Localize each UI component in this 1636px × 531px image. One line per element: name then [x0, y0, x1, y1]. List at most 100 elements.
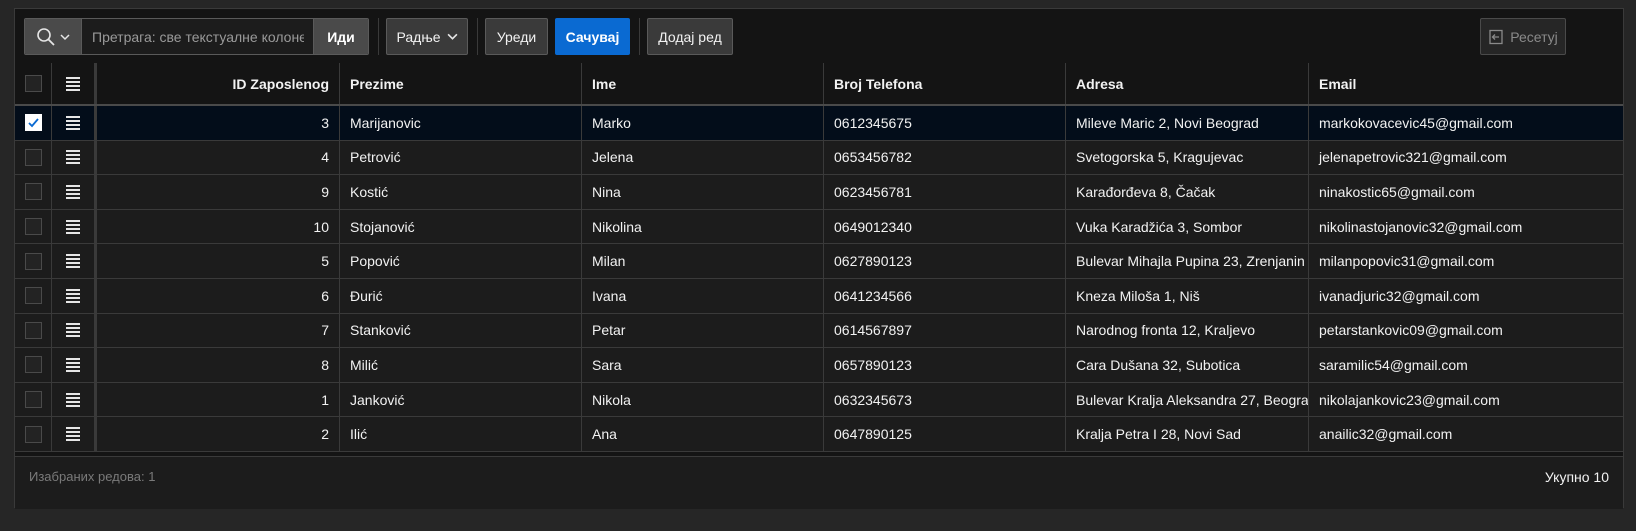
- table-row[interactable]: 3 Marijanovic Marko 0612345675 Mileve Maric …: [15, 106, 1623, 141]
- table-row[interactable]: 6 Đurić Ivana 0641234566 Kneza Miloša 1, Niš…: [15, 278, 1623, 314]
- cell-telefon[interactable]: 0657890123: [824, 348, 1066, 382]
- cell-prezime[interactable]: Ilić: [340, 417, 582, 451]
- table-row[interactable]: 9 Kostić Nina 0623456781 Karađorđeva 8, Čača…: [15, 175, 1623, 210]
- cell-adresa[interactable]: Vuka Karadžića 3, Sombor: [1066, 209, 1309, 244]
- edit-button[interactable]: Уреди: [485, 18, 548, 55]
- table-row[interactable]: 1 Janković Nikola 0632345673 Bulevar Kralja …: [15, 382, 1623, 418]
- cell-adresa[interactable]: Karađorđeva 8, Čačak: [1066, 175, 1309, 209]
- cell-prezime[interactable]: Đurić: [340, 278, 582, 313]
- column-header-prezime[interactable]: Prezime: [340, 63, 582, 104]
- row-checkbox[interactable]: [24, 356, 42, 374]
- cell-id[interactable]: 9: [97, 175, 340, 209]
- cell-prezime[interactable]: Kostić: [340, 175, 582, 209]
- cell-prezime[interactable]: Popović: [340, 244, 582, 278]
- table-row[interactable]: 8 Milić Sara 0657890123 Cara Dušana 32, Subo…: [15, 348, 1623, 383]
- cell-telefon[interactable]: 0649012340: [824, 209, 1066, 244]
- reset-button[interactable]: Ресетуј: [1480, 18, 1566, 55]
- cell-telefon[interactable]: 0614567897: [824, 313, 1066, 348]
- row-checkbox[interactable]: [24, 252, 42, 270]
- save-button[interactable]: Сачувај: [555, 18, 630, 55]
- row-actions-button[interactable]: [52, 417, 97, 451]
- cell-ime[interactable]: Marko: [582, 106, 824, 140]
- go-button[interactable]: Иди: [313, 19, 368, 54]
- actions-menu-button[interactable]: Радње: [386, 18, 468, 55]
- column-header-telefon[interactable]: Broj Telefona: [824, 63, 1066, 104]
- cell-id[interactable]: 4: [97, 140, 340, 175]
- cell-telefon[interactable]: 0623456781: [824, 175, 1066, 209]
- row-checkbox[interactable]: [24, 391, 42, 409]
- cell-id[interactable]: 8: [97, 348, 340, 382]
- column-header-id[interactable]: ID Zaposlenog: [97, 63, 340, 104]
- cell-adresa[interactable]: Mileve Maric 2, Novi Beograd: [1066, 106, 1309, 140]
- cell-prezime[interactable]: Marijanovic: [340, 106, 582, 140]
- row-actions-button[interactable]: [52, 382, 97, 417]
- row-actions-button[interactable]: [52, 348, 97, 382]
- table-row[interactable]: 5 Popović Milan 0627890123 Bulevar Mihajla P…: [15, 244, 1623, 279]
- cell-adresa[interactable]: Kralja Petra I 28, Novi Sad: [1066, 417, 1309, 451]
- cell-email[interactable]: saramilic54@gmail.com: [1309, 348, 1562, 382]
- cell-ime[interactable]: Sara: [582, 348, 824, 382]
- cell-adresa[interactable]: Bulevar Kralja Aleksandra 27, Beograd: [1066, 382, 1309, 417]
- cell-id[interactable]: 1: [97, 382, 340, 417]
- row-checkbox[interactable]: [24, 183, 42, 201]
- cell-id[interactable]: 10: [97, 209, 340, 244]
- cell-email[interactable]: ivanadjuric32@gmail.com: [1309, 279, 1562, 313]
- cell-email[interactable]: anailic32@gmail.com: [1309, 417, 1562, 451]
- cell-email[interactable]: jelenapetrovic321@gmail.com: [1309, 141, 1562, 175]
- cell-ime[interactable]: Nikolina: [582, 209, 824, 244]
- cell-ime[interactable]: Milan: [582, 244, 824, 278]
- row-actions-button[interactable]: [52, 244, 97, 278]
- cell-telefon[interactable]: 0641234566: [824, 278, 1066, 313]
- cell-id[interactable]: 2: [97, 417, 340, 451]
- cell-id[interactable]: 3: [97, 106, 340, 140]
- cell-prezime[interactable]: Milić: [340, 348, 582, 382]
- row-checkbox[interactable]: [24, 425, 42, 443]
- cell-telefon[interactable]: 0647890125: [824, 417, 1066, 451]
- cell-telefon[interactable]: 0632345673: [824, 382, 1066, 417]
- cell-ime[interactable]: Nikola: [582, 382, 824, 417]
- column-header-ime[interactable]: Ime: [582, 63, 824, 104]
- cell-ime[interactable]: Jelena: [582, 140, 824, 175]
- cell-ime[interactable]: Petar: [582, 313, 824, 348]
- row-actions-button[interactable]: [52, 140, 97, 175]
- row-actions-button[interactable]: [52, 313, 97, 348]
- row-checkbox[interactable]: [24, 148, 42, 166]
- table-row[interactable]: 7 Stanković Petar 0614567897 Narodnog fronta…: [15, 313, 1623, 349]
- cell-telefon[interactable]: 0653456782: [824, 140, 1066, 175]
- table-row[interactable]: 4 Petrović Jelena 0653456782 Svetogorska 5, …: [15, 140, 1623, 176]
- row-actions-button[interactable]: [52, 175, 97, 209]
- table-row[interactable]: 2 Ilić Ana 0647890125 Kralja Petra I 28, Nov…: [15, 417, 1623, 452]
- cell-ime[interactable]: Ana: [582, 417, 824, 451]
- row-actions-button[interactable]: [52, 278, 97, 313]
- cell-email[interactable]: petarstankovic09@gmail.com: [1309, 314, 1562, 348]
- cell-prezime[interactable]: Janković: [340, 382, 582, 417]
- cell-prezime[interactable]: Stanković: [340, 313, 582, 348]
- row-actions-button[interactable]: [52, 106, 97, 140]
- cell-email[interactable]: nikolajankovic23@gmail.com: [1309, 383, 1562, 417]
- search-input[interactable]: [82, 19, 314, 54]
- cell-ime[interactable]: Ivana: [582, 278, 824, 313]
- column-header-email[interactable]: Email: [1309, 63, 1562, 104]
- cell-email[interactable]: nikolinastojanovic32@gmail.com: [1309, 210, 1562, 244]
- cell-email[interactable]: markokovacevic45@gmail.com: [1309, 106, 1562, 140]
- cell-telefon[interactable]: 0627890123: [824, 244, 1066, 278]
- cell-email[interactable]: ninakostic65@gmail.com: [1309, 175, 1562, 209]
- cell-prezime[interactable]: Petrović: [340, 140, 582, 175]
- cell-id[interactable]: 7: [97, 313, 340, 348]
- select-all-checkbox[interactable]: [24, 75, 42, 92]
- cell-adresa[interactable]: Narodnog fronta 12, Kraljevo: [1066, 313, 1309, 348]
- row-actions-header[interactable]: [52, 63, 97, 104]
- row-checkbox[interactable]: [24, 218, 42, 236]
- column-header-adresa[interactable]: Adresa: [1066, 63, 1309, 104]
- row-actions-button[interactable]: [52, 209, 97, 244]
- cell-id[interactable]: 5: [97, 244, 340, 278]
- row-checkbox[interactable]: [24, 287, 42, 305]
- search-column-button[interactable]: [25, 19, 82, 54]
- cell-adresa[interactable]: Bulevar Mihajla Pupina 23, Zrenjanin: [1066, 244, 1309, 278]
- cell-adresa[interactable]: Kneza Miloša 1, Niš: [1066, 278, 1309, 313]
- row-checkbox[interactable]: [24, 321, 42, 339]
- add-row-button[interactable]: Додај ред: [647, 18, 733, 55]
- cell-adresa[interactable]: Svetogorska 5, Kragujevac: [1066, 140, 1309, 175]
- table-row[interactable]: 10 Stojanović Nikolina 0649012340 Vuka Karad…: [15, 209, 1623, 245]
- cell-id[interactable]: 6: [97, 278, 340, 313]
